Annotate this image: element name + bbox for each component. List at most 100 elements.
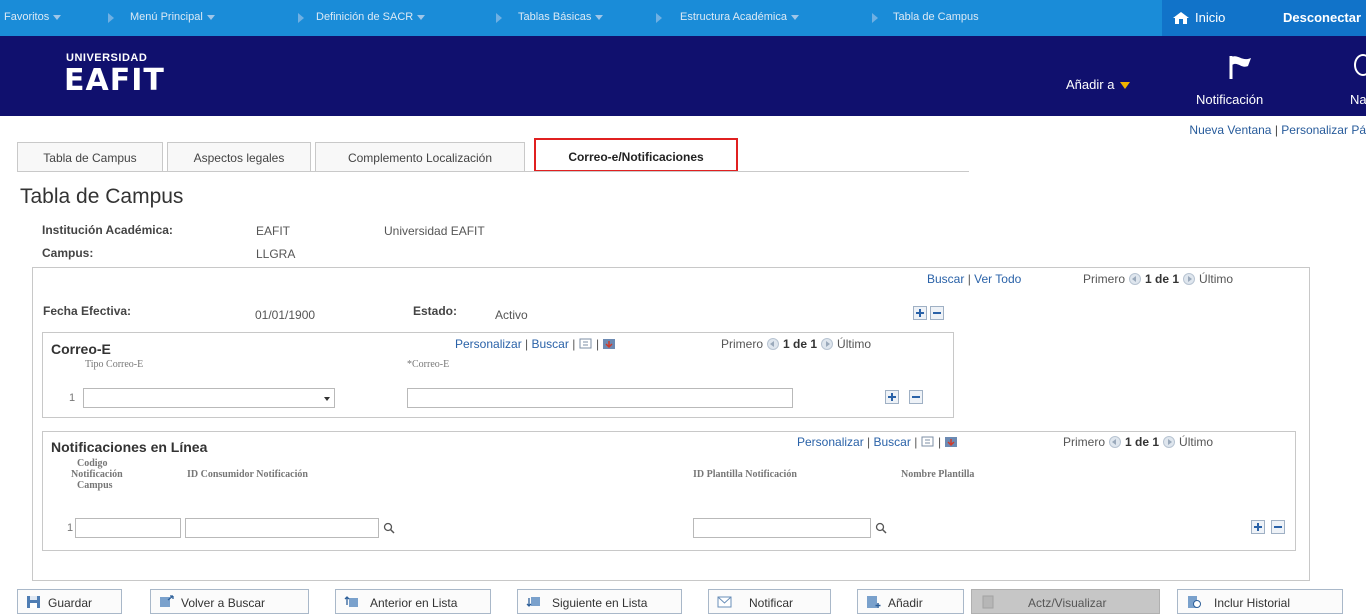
delete-email-row-button[interactable] — [909, 390, 923, 404]
add-icon — [867, 596, 881, 608]
next-icon[interactable] — [821, 338, 834, 350]
column-header-email: *Correo-E — [407, 359, 450, 370]
consumer-id-input[interactable] — [185, 518, 379, 538]
search-icon[interactable] — [875, 522, 887, 534]
update-display-button[interactable]: Actz/Visualizar — [971, 589, 1160, 614]
delete-notification-row-button[interactable] — [1271, 520, 1285, 534]
institution-name: Universidad EAFIT — [384, 224, 485, 238]
campus-value: LLGRA — [256, 247, 296, 261]
notifications-grid-toolbar: Personalizar | Buscar | | — [797, 435, 958, 449]
add-to-menu[interactable]: Añadir a — [1066, 77, 1131, 92]
status-label: Estado: — [413, 304, 458, 318]
breadcrumb-item-sacr[interactable]: Definición de SACR — [316, 11, 426, 23]
template-id-input[interactable] — [693, 518, 871, 538]
flag-icon[interactable] — [1228, 54, 1254, 80]
next-list-label: Siguiente en Lista — [552, 596, 648, 610]
zoom-grid-icon[interactable] — [579, 338, 593, 350]
delete-row-button[interactable] — [930, 306, 944, 320]
column-header-code-1: Codigo — [77, 458, 108, 469]
next-icon[interactable] — [1163, 436, 1176, 448]
search-link[interactable]: Buscar — [874, 435, 911, 449]
download-grid-icon[interactable] — [602, 338, 616, 350]
favorites-menu[interactable]: Favoritos — [4, 11, 62, 23]
add-button[interactable]: Añadir — [857, 589, 964, 614]
navigation-label[interactable]: Na — [1350, 92, 1366, 107]
personalize-page-link[interactable]: Personalizar Pá — [1281, 123, 1366, 137]
institution-label: Institución Académica: — [42, 223, 173, 237]
home-link[interactable]: Inicio — [1172, 10, 1225, 25]
return-to-search-button[interactable]: Volver a Buscar — [150, 589, 309, 614]
first-label[interactable]: Primero — [1063, 435, 1105, 449]
row-number: 1 — [67, 522, 74, 534]
zoom-grid-icon[interactable] — [921, 436, 935, 448]
search-icon[interactable] — [383, 522, 395, 534]
main-menu[interactable]: Menú Principal — [130, 11, 215, 23]
institution-code: EAFIT — [256, 224, 291, 238]
favorites-label: Favoritos — [4, 11, 50, 23]
breadcrumb-label: Tablas Básicas — [518, 11, 592, 23]
download-grid-icon[interactable] — [944, 436, 958, 448]
include-history-button[interactable]: Inclur Historial — [1177, 589, 1343, 614]
column-header-template-name: Nombre Plantilla — [901, 469, 975, 480]
previous-in-list-button[interactable]: Anterior en Lista — [335, 589, 491, 614]
effective-date-value: 01/01/1900 — [255, 308, 316, 322]
previous-list-label: Anterior en Lista — [370, 596, 458, 610]
breadcrumb-item-academic-structure[interactable]: Estructura Académica — [680, 11, 799, 23]
column-header-code-3: Campus — [77, 480, 113, 491]
breadcrumb-item-basic-tables[interactable]: Tablas Básicas — [518, 11, 604, 23]
add-row-button[interactable] — [913, 306, 927, 320]
include-history-icon — [1188, 596, 1201, 608]
next-icon[interactable] — [1183, 273, 1196, 285]
previous-icon[interactable] — [1109, 436, 1122, 448]
tab-email-notifications[interactable]: Correo-e/Notificaciones — [534, 138, 738, 172]
tab-campus-table[interactable]: Tabla de Campus — [17, 142, 163, 172]
return-search-icon — [160, 595, 174, 607]
next-in-list-button[interactable]: Siguiente en Lista — [517, 589, 682, 614]
first-label[interactable]: Primero — [1083, 272, 1125, 286]
breadcrumb-separator-icon — [496, 13, 502, 23]
notifications-grid-pager: Primero 1 de 1 Último — [1063, 435, 1213, 449]
email-grid: Correo-E Personalizar | Buscar | | Prime… — [42, 332, 954, 418]
add-email-row-button[interactable] — [885, 390, 899, 404]
add-notification-row-button[interactable] — [1251, 520, 1265, 534]
tab-divider — [17, 171, 969, 172]
notify-button[interactable]: Notificar — [708, 589, 831, 614]
effective-date-label: Fecha Efectiva: — [43, 304, 132, 318]
last-label[interactable]: Último — [1199, 272, 1233, 286]
email-input[interactable] — [407, 388, 793, 408]
panel-navigation: Buscar | Ver Todo — [927, 272, 1022, 286]
personalize-link[interactable]: Personalizar — [797, 435, 864, 449]
breadcrumb-item-campus-table[interactable]: Tabla de Campus — [893, 11, 979, 23]
breadcrumb-label: Tabla de Campus — [893, 11, 979, 23]
column-header-email-type: Tipo Correo-E — [85, 359, 144, 370]
tab-legal-aspects[interactable]: Aspectos legales — [167, 142, 311, 172]
disconnect-link[interactable]: Desconectar — [1283, 10, 1361, 25]
page-title: Tabla de Campus — [20, 185, 184, 208]
tab-localization[interactable]: Complemento Localización — [315, 142, 525, 172]
breadcrumb-label: Estructura Académica — [680, 11, 787, 23]
page-links: Nueva Ventana | Personalizar Pá — [1189, 123, 1366, 137]
column-header-consumer-id: ID Consumidor Notificación — [187, 469, 308, 480]
eafit-logo: EAFIT — [64, 63, 165, 98]
previous-icon[interactable] — [1129, 273, 1142, 285]
view-all-link[interactable]: Ver Todo — [974, 272, 1021, 286]
search-link[interactable]: Buscar — [532, 337, 569, 351]
dropdown-arrow-icon — [324, 397, 330, 401]
save-button-label: Guardar — [48, 596, 93, 610]
column-header-template-id: ID Plantilla Notificación — [693, 469, 797, 480]
previous-icon[interactable] — [767, 338, 780, 350]
first-label[interactable]: Primero — [721, 337, 763, 351]
notification-code-input[interactable] — [75, 518, 181, 538]
chevron-down-icon — [53, 14, 62, 20]
panel-pager: Primero 1 de 1 Último — [1083, 272, 1233, 286]
last-label[interactable]: Último — [1179, 435, 1213, 449]
new-window-link[interactable]: Nueva Ventana — [1189, 123, 1271, 137]
save-button[interactable]: Guardar — [17, 589, 122, 614]
personalize-link[interactable]: Personalizar — [455, 337, 522, 351]
navigation-icon[interactable] — [1354, 54, 1366, 76]
notifications-label[interactable]: Notificación — [1196, 92, 1263, 107]
last-label[interactable]: Último — [837, 337, 871, 351]
email-type-select[interactable] — [83, 388, 335, 408]
search-link[interactable]: Buscar — [927, 272, 964, 286]
page-range: 1 de 1 — [1145, 272, 1180, 286]
